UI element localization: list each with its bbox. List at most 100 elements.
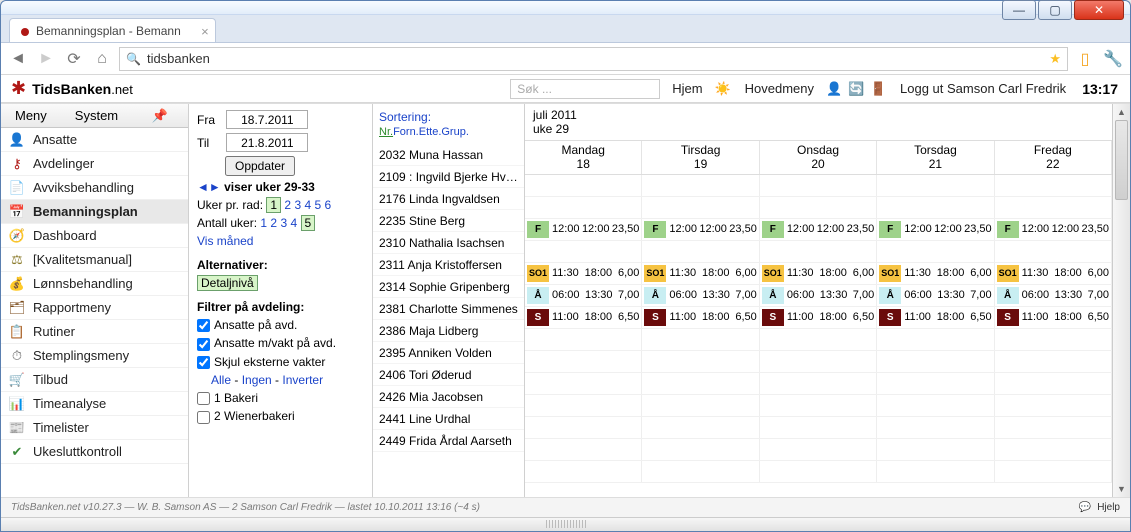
grid-cell[interactable]: F12:0012:0023,50 (525, 219, 642, 240)
uker-pr-rad-4[interactable]: 4 (304, 198, 311, 212)
employee-row[interactable]: 2032 Muna Hassan (373, 144, 524, 166)
grid-cell[interactable]: Å06:0013:307,00 (995, 285, 1112, 306)
pin-icon[interactable]: 📌 (138, 108, 182, 124)
grid-cell[interactable] (995, 395, 1112, 416)
grid-cell[interactable] (525, 175, 642, 196)
sidebar-item-ukesluttkontroll[interactable]: ✔Ukesluttkontroll (1, 440, 188, 464)
employee-row[interactable]: 2449 Frida Årdal Aarseth (373, 430, 524, 452)
grid-cell[interactable] (525, 241, 642, 262)
ingen-link[interactable]: Ingen (242, 373, 272, 387)
sidebar-item-bemanningsplan[interactable]: 📅Bemanningsplan (1, 200, 188, 224)
grid-cell[interactable] (995, 373, 1112, 394)
employee-row[interactable]: 2406 Tori Øderud (373, 364, 524, 386)
employee-row[interactable]: 2386 Maja Lidberg (373, 320, 524, 342)
sidebar-item-lnnsbehandling[interactable]: 💰Lønnsbehandling (1, 272, 188, 296)
sidebar-item-stemplingsmeny[interactable]: ⏱Stemplingsmeny (1, 344, 188, 368)
grid-cell[interactable]: Å06:0013:307,00 (760, 285, 877, 306)
grid-cell[interactable] (760, 417, 877, 438)
nav-hjem[interactable]: Hjem (664, 81, 710, 96)
grid-cell[interactable] (525, 417, 642, 438)
grid-cell[interactable]: S11:0018:006,50 (995, 307, 1112, 328)
grid-cell[interactable] (995, 241, 1112, 262)
sort-Grup[interactable]: Grup. (441, 126, 469, 138)
grid-cell[interactable] (642, 241, 759, 262)
sidebar-item-tilbud[interactable]: 🛒Tilbud (1, 368, 188, 392)
wrench-icon[interactable]: 🔧 (1102, 48, 1124, 70)
grid-cell[interactable] (525, 395, 642, 416)
grid-cell[interactable] (877, 439, 994, 460)
grid-cell[interactable]: SO111:3018:006,00 (877, 263, 994, 284)
grid-cell[interactable] (525, 439, 642, 460)
grid-cell[interactable] (877, 461, 994, 482)
refresh-icon[interactable]: 🔄 (848, 81, 866, 97)
grid-cell[interactable] (642, 351, 759, 372)
sidebar-item-timeanalyse[interactable]: 📊Timeanalyse (1, 392, 188, 416)
grid-cell[interactable] (760, 461, 877, 482)
inverter-link[interactable]: Inverter (282, 373, 323, 387)
grid-cell[interactable] (760, 395, 877, 416)
antall-uker-3[interactable]: 3 (280, 216, 287, 230)
employee-row[interactable]: 2395 Anniken Volden (373, 342, 524, 364)
menu-meny[interactable]: Meny (1, 108, 61, 123)
grid-cell[interactable] (642, 373, 759, 394)
oppdater-button[interactable]: Oppdater (225, 156, 295, 176)
grid-cell[interactable] (525, 197, 642, 218)
antall-uker-5[interactable]: 5 (301, 215, 316, 231)
user-icon[interactable]: 👤 (826, 81, 844, 97)
grid-cell[interactable] (877, 351, 994, 372)
grid-cell[interactable]: Å06:0013:307,00 (642, 285, 759, 306)
sidebar-item-rutiner[interactable]: 📋Rutiner (1, 320, 188, 344)
sidebar-item-avviksbehandling[interactable]: 📄Avviksbehandling (1, 176, 188, 200)
bookmark-icon[interactable]: ★ (1049, 51, 1061, 67)
forward-icon[interactable]: ► (35, 48, 57, 70)
employee-row[interactable]: 2310 Nathalia Isachsen (373, 232, 524, 254)
antall-uker-1[interactable]: 1 (260, 216, 267, 230)
grid-cell[interactable] (877, 197, 994, 218)
grid-cell[interactable]: SO111:3018:006,00 (760, 263, 877, 284)
grid-cell[interactable] (525, 461, 642, 482)
antall-uker-4[interactable]: 4 (290, 216, 297, 230)
grid-cell[interactable]: S11:0018:006,50 (760, 307, 877, 328)
grid-cell[interactable] (642, 395, 759, 416)
grid-cell[interactable] (877, 373, 994, 394)
uker-pr-rad-2[interactable]: 2 (284, 198, 291, 212)
grid-cell[interactable] (642, 329, 759, 350)
grid-cell[interactable] (877, 329, 994, 350)
grid-cell[interactable] (525, 329, 642, 350)
grid-cell[interactable] (995, 461, 1112, 482)
employee-row[interactable]: 2381 Charlotte Simmenes (373, 298, 524, 320)
grid-cell[interactable]: Å06:0013:307,00 (877, 285, 994, 306)
grid-cell[interactable] (995, 329, 1112, 350)
grid-cell[interactable] (877, 417, 994, 438)
employee-row[interactable]: 2235 Stine Berg (373, 210, 524, 232)
minimize-button[interactable]: — (1002, 0, 1036, 20)
grid-cell[interactable]: F12:0012:0023,50 (642, 219, 759, 240)
grid-cell[interactable] (642, 439, 759, 460)
grid-cell[interactable] (760, 197, 877, 218)
grid-cell[interactable]: F12:0012:0023,50 (877, 219, 994, 240)
url-bar[interactable]: 🔍 tidsbanken ★ (119, 47, 1068, 71)
grid-cell[interactable] (760, 439, 877, 460)
filter-ansatte-vakt[interactable] (197, 338, 210, 351)
sidebar-item-rapportmeny[interactable]: 🗂Rapportmeny (1, 296, 188, 320)
scrollbar-thumb[interactable] (1115, 120, 1128, 200)
close-button[interactable]: ✕ (1074, 0, 1124, 20)
sidebar-item-avdelinger[interactable]: ⚷Avdelinger (1, 152, 188, 176)
grid-cell[interactable]: SO111:3018:006,00 (995, 263, 1112, 284)
employee-row[interactable]: 2176 Linda Ingvaldsen (373, 188, 524, 210)
sidebar-item-kvalitetsmanual[interactable]: ⚖[Kvalitetsmanual] (1, 248, 188, 272)
detaljniva-button[interactable]: Detaljnivå (197, 275, 258, 291)
uker-pr-rad-6[interactable]: 6 (325, 198, 332, 212)
sidebar-item-timelister[interactable]: 📰Timelister (1, 416, 188, 440)
grid-cell[interactable] (995, 197, 1112, 218)
employee-row[interactable]: 2311 Anja Kristoffersen (373, 254, 524, 276)
uker-pr-rad-3[interactable]: 3 (294, 198, 301, 212)
nav-hovedmeny[interactable]: Hovedmeny (737, 81, 822, 96)
grid-cell[interactable] (525, 373, 642, 394)
grid-cell[interactable] (995, 439, 1112, 460)
grid-cell[interactable] (995, 175, 1112, 196)
back-icon[interactable]: ◄ (7, 48, 29, 70)
sidebar-item-ansatte[interactable]: 👤Ansatte (1, 128, 188, 152)
grid-cell[interactable] (877, 241, 994, 262)
app-search-input[interactable]: Søk ... (510, 79, 660, 99)
